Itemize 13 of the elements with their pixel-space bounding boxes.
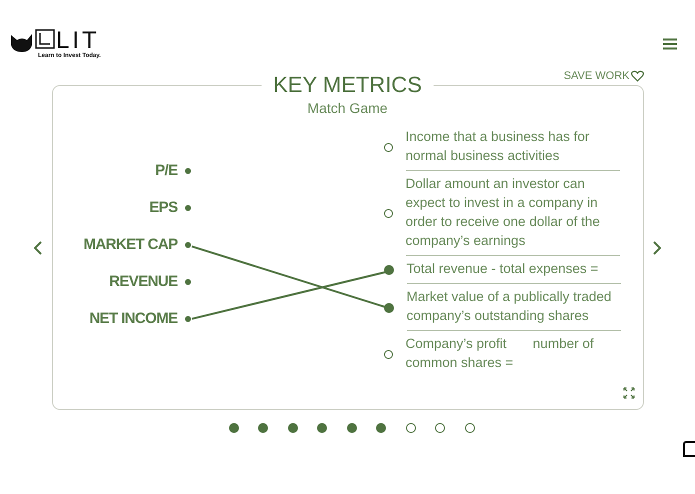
term-label: NET INCOME [89, 310, 178, 327]
term-label: MARKET CAP [84, 236, 178, 253]
term-label: EPS [149, 199, 178, 216]
definition-text: Company’s profit number of common shares = [406, 335, 595, 372]
save-work-button[interactable]: SAVE WORK [564, 70, 644, 82]
card-subtitle: Match Game [306, 100, 389, 116]
term-label: P/E [155, 162, 178, 179]
term-label: REVENUE [109, 273, 178, 290]
definition-text: Market value of a publically traded company’s outstanding shares [406, 284, 620, 331]
definition-text: Dollar amount an investor can expect to invest in a company in order to receive one dollar of the company’s earnings [406, 171, 620, 256]
logo-name: LIT [56, 29, 100, 53]
definition-text: Total revenue - total expenses = [406, 256, 620, 284]
definition-text: Income that a business has for normal business activities [406, 124, 620, 171]
